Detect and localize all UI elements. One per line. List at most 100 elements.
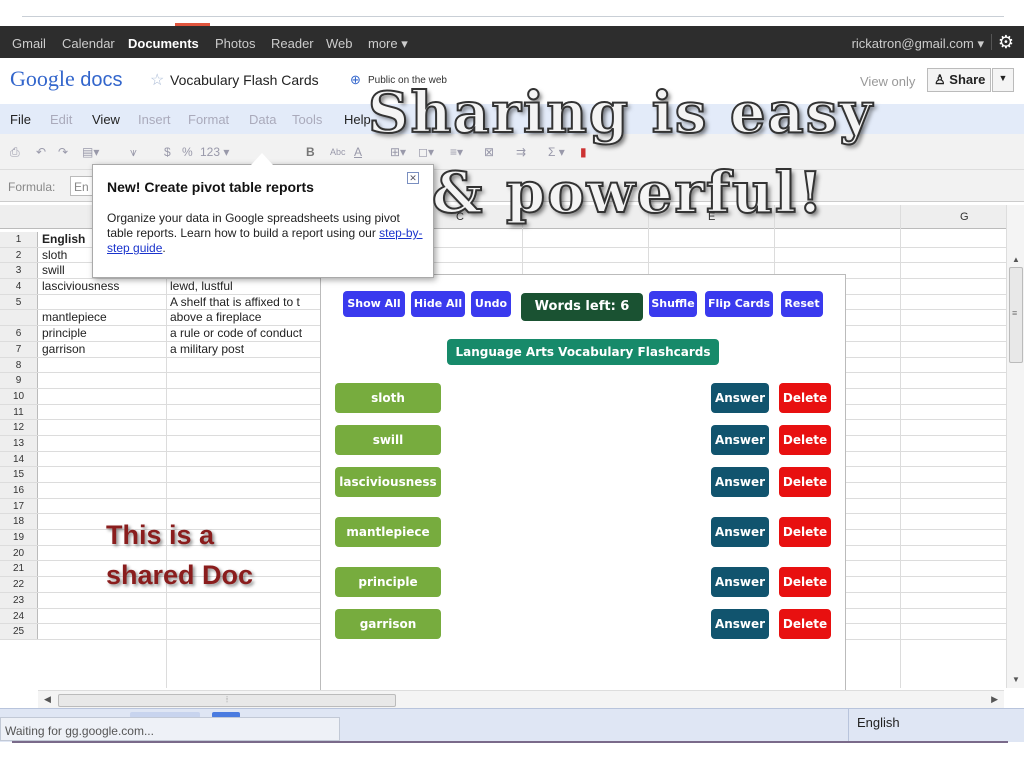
row-number[interactable]: 12 xyxy=(0,420,38,435)
sum-button[interactable]: Σ ▾ xyxy=(548,145,565,159)
menu-edit[interactable]: Edit xyxy=(50,112,72,127)
cell-definition[interactable] xyxy=(170,389,320,404)
scroll-down-icon[interactable]: ▼ xyxy=(1012,675,1020,684)
cell-definition[interactable]: a military post xyxy=(170,342,320,357)
cell-word[interactable] xyxy=(42,389,164,404)
row-number[interactable]: 4 xyxy=(0,279,38,294)
undo-button[interactable]: Undo xyxy=(471,291,511,317)
cell-word[interactable] xyxy=(42,373,164,388)
word-card[interactable]: mantlepiece xyxy=(335,517,441,547)
delete-button[interactable]: Delete xyxy=(779,425,831,455)
cell-definition[interactable] xyxy=(170,609,320,624)
horizontal-scroll-thumb[interactable]: ⦙ xyxy=(58,694,396,707)
word-card[interactable]: sloth xyxy=(335,383,441,413)
gbar-web[interactable]: Web xyxy=(326,36,353,51)
cell-definition[interactable]: lewd, lustful xyxy=(170,279,320,294)
menu-format[interactable]: Format xyxy=(188,112,229,127)
menu-data[interactable]: Data xyxy=(249,112,276,127)
scroll-right-icon[interactable]: ▶ xyxy=(991,694,998,705)
cell-word[interactable]: mantlepiece xyxy=(42,310,164,325)
hide-all-button[interactable]: Hide All xyxy=(411,291,465,317)
cell-definition[interactable]: A shelf that is affixed to t xyxy=(170,295,320,310)
cell-word[interactable] xyxy=(42,436,164,451)
row-number[interactable]: 22 xyxy=(0,577,38,592)
row-number[interactable]: 19 xyxy=(0,530,38,545)
cell-definition[interactable] xyxy=(170,499,320,514)
cell-definition[interactable] xyxy=(170,467,320,482)
menu-tools[interactable]: Tools xyxy=(292,112,322,127)
sheet-tab-english[interactable]: English xyxy=(848,709,1008,743)
star-icon[interactable]: ☆ xyxy=(150,70,164,90)
gbar-reader[interactable]: Reader xyxy=(271,36,314,51)
wrap-text-icon[interactable]: ⇉ xyxy=(516,145,526,159)
delete-button[interactable]: Delete xyxy=(779,567,831,597)
word-card[interactable]: swill xyxy=(335,425,441,455)
flip-cards-button[interactable]: Flip Cards xyxy=(705,291,773,317)
row-number[interactable]: 21 xyxy=(0,561,38,577)
menu-help[interactable]: Help xyxy=(344,112,371,127)
answer-button[interactable]: Answer xyxy=(711,425,769,455)
google-docs-logo[interactable]: Google docs xyxy=(10,66,123,92)
currency-button[interactable]: $ xyxy=(164,145,171,159)
align-icon[interactable]: ≡▾ xyxy=(450,145,463,159)
cell-definition[interactable] xyxy=(170,405,320,420)
cell-definition[interactable] xyxy=(170,452,320,467)
chart-icon[interactable]: ▮ xyxy=(580,145,587,159)
cell-definition[interactable] xyxy=(170,373,320,388)
row-number[interactable]: 3 xyxy=(0,263,38,279)
row-number[interactable]: 8 xyxy=(0,357,38,373)
row-number[interactable]: 20 xyxy=(0,545,38,561)
cell-definition[interactable] xyxy=(170,483,320,498)
paint-format-icon[interactable]: ▤▾ xyxy=(82,145,99,159)
word-card[interactable]: lasciviousness xyxy=(335,467,441,497)
horizontal-scrollbar[interactable]: ◀ ⦙ ▶ xyxy=(38,690,1004,708)
delete-button[interactable]: Delete xyxy=(779,467,831,497)
cell-word[interactable]: garrison xyxy=(42,342,164,357)
cell-word[interactable] xyxy=(42,624,164,639)
answer-button[interactable]: Answer xyxy=(711,383,769,413)
answer-button[interactable]: Answer xyxy=(711,609,769,639)
delete-button[interactable]: Delete xyxy=(779,517,831,547)
answer-button[interactable]: Answer xyxy=(711,517,769,547)
gear-icon[interactable]: ⚙ xyxy=(998,32,1014,53)
row-number[interactable]: 14 xyxy=(0,451,38,467)
cell-word[interactable] xyxy=(42,609,164,624)
cell-word[interactable] xyxy=(42,405,164,420)
cell-definition[interactable]: a rule or code of conduct xyxy=(170,326,320,341)
scroll-up-icon[interactable]: ▲ xyxy=(1012,255,1020,264)
gbar-gmail[interactable]: Gmail xyxy=(12,36,46,51)
cell-word[interactable] xyxy=(42,483,164,498)
row-number[interactable]: 13 xyxy=(0,435,38,451)
cell-word[interactable]: lasciviousness xyxy=(42,279,164,294)
gbar-more[interactable]: more ▾ xyxy=(368,36,408,52)
cell-word[interactable]: principle xyxy=(42,326,164,341)
gbar-documents[interactable]: Documents xyxy=(128,36,199,51)
cell-word[interactable] xyxy=(42,593,164,608)
print-icon[interactable]: ⎙ xyxy=(10,145,20,160)
row-number[interactable]: 24 xyxy=(0,608,38,624)
cell-definition[interactable] xyxy=(170,593,320,608)
gbar-calendar[interactable]: Calendar xyxy=(62,36,115,51)
menu-insert[interactable]: Insert xyxy=(138,112,171,127)
doc-title[interactable]: Vocabulary Flash Cards xyxy=(170,72,319,88)
show-all-button[interactable]: Show All xyxy=(343,291,405,317)
background-color-icon[interactable]: ◻▾ xyxy=(418,145,434,159)
cell-definition[interactable] xyxy=(170,420,320,435)
row-number[interactable]: 23 xyxy=(0,592,38,608)
cell-word[interactable] xyxy=(42,499,164,514)
borders-icon[interactable]: ⊞▾ xyxy=(390,145,406,159)
clear-format-icon[interactable]: ⩛ xyxy=(130,145,137,160)
reset-button[interactable]: Reset xyxy=(781,291,823,317)
row-number[interactable]: 10 xyxy=(0,388,38,404)
merge-cells-icon[interactable]: ⊠ xyxy=(484,145,494,159)
row-number[interactable]: 16 xyxy=(0,483,38,498)
account-menu[interactable]: rickatron@gmail.com ▾ xyxy=(852,36,984,52)
cell-word[interactable] xyxy=(42,452,164,467)
row-number[interactable] xyxy=(0,310,38,326)
cell-word[interactable] xyxy=(42,295,164,310)
menu-view[interactable]: View xyxy=(92,112,120,127)
word-card[interactable]: principle xyxy=(335,567,441,597)
cell-definition[interactable] xyxy=(170,624,320,639)
cell-word[interactable] xyxy=(42,467,164,482)
shuffle-button[interactable]: Shuffle xyxy=(649,291,697,317)
